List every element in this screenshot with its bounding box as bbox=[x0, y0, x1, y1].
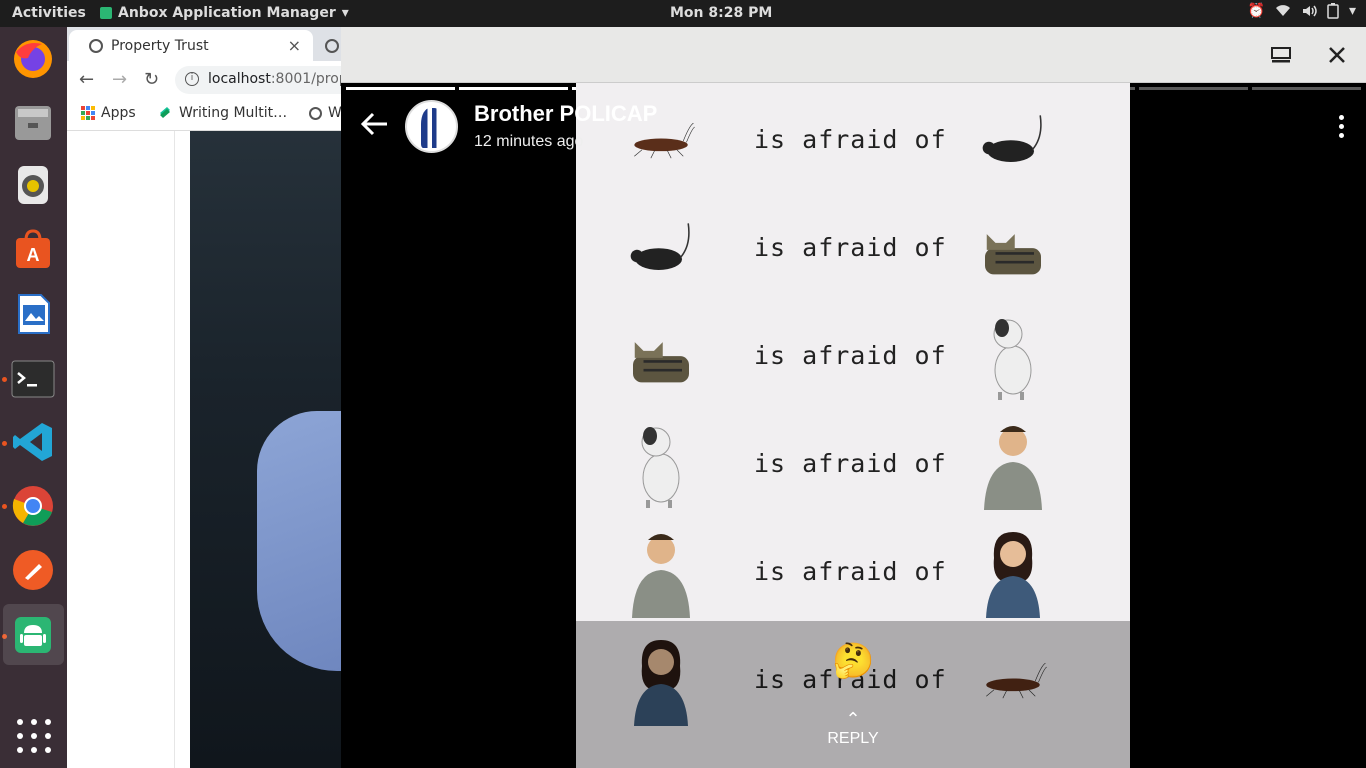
chevron-down-icon: ▾ bbox=[341, 5, 349, 21]
bookmark-writing[interactable]: Writing Multit… bbox=[157, 105, 287, 121]
anbox-window: is afraid of is afraid of is afraid of is a… bbox=[341, 27, 1366, 768]
story-row-text: is afraid of bbox=[754, 449, 947, 478]
app-menu-label: Anbox Application Manager bbox=[118, 5, 336, 21]
progress-segment bbox=[1138, 87, 1248, 90]
terminal-icon[interactable] bbox=[9, 355, 57, 403]
story-row: is afraid of bbox=[576, 311, 1130, 419]
bookmark-writing-label: Writing Multit… bbox=[179, 105, 288, 121]
reload-icon[interactable]: ↻ bbox=[144, 69, 159, 90]
bookmark-third[interactable]: W bbox=[309, 105, 342, 121]
wifi-icon bbox=[1275, 5, 1290, 16]
avatar[interactable] bbox=[405, 100, 458, 153]
story-username[interactable]: Brother POLICAP bbox=[474, 101, 657, 127]
back-arrow-icon[interactable] bbox=[359, 111, 389, 137]
bookmarks-bar: Apps Writing Multit… W bbox=[67, 99, 342, 131]
woman-image bbox=[978, 532, 1048, 618]
close-icon[interactable] bbox=[1323, 41, 1351, 69]
clock[interactable]: Mon 8:28 PM bbox=[670, 5, 772, 21]
story-row: is afraid of bbox=[576, 419, 1130, 527]
running-indicator bbox=[2, 504, 7, 509]
cat-image bbox=[626, 317, 696, 397]
alarm-clock-icon[interactable]: ⏰ bbox=[1248, 3, 1265, 19]
url-host: localhost bbox=[208, 71, 271, 87]
forward-arrow-icon[interactable]: → bbox=[112, 69, 127, 90]
story-row: is afraid of bbox=[576, 203, 1130, 311]
close-tab-icon[interactable]: × bbox=[288, 36, 301, 55]
running-indicator bbox=[2, 377, 7, 382]
grammarly-icon bbox=[160, 107, 170, 118]
story-row-text: is afraid of bbox=[754, 341, 947, 370]
info-icon[interactable]: i bbox=[185, 72, 199, 86]
globe-icon[interactable] bbox=[325, 39, 339, 53]
running-indicator bbox=[2, 441, 7, 446]
page-content bbox=[67, 131, 341, 768]
story-header: Brother POLICAP 12 minutes ago bbox=[341, 97, 1366, 157]
top-bar: Activities Anbox Application Manager ▾ M… bbox=[0, 0, 1366, 27]
reply-button[interactable]: ⌃ REPLY bbox=[811, 709, 895, 748]
dock: A bbox=[0, 27, 67, 768]
story-row: is afraid of bbox=[576, 527, 1130, 635]
window-mode-icon[interactable] bbox=[1267, 41, 1295, 69]
progress-segment bbox=[459, 87, 569, 90]
volume-icon bbox=[1302, 5, 1317, 17]
hero-photo-detail bbox=[257, 411, 341, 671]
dog-image bbox=[626, 425, 696, 508]
story-row-text: is afraid of bbox=[754, 233, 947, 262]
globe-icon bbox=[89, 39, 103, 53]
chevron-down-icon: ▾ bbox=[1348, 3, 1356, 19]
writer-icon[interactable] bbox=[9, 290, 57, 338]
thinking-emoji: 🤔 bbox=[832, 641, 875, 681]
postman-icon[interactable] bbox=[9, 546, 57, 594]
anbox-icon bbox=[100, 7, 112, 19]
android-icon[interactable] bbox=[9, 611, 57, 659]
bookmark-third-label: W bbox=[328, 105, 342, 121]
firefox-icon[interactable] bbox=[9, 35, 57, 83]
tab-property-trust[interactable]: Property Trust × bbox=[69, 30, 313, 61]
progress-segment bbox=[1251, 87, 1361, 90]
navigation-bar: ← → ↻ i localhost:8001/prope bbox=[67, 61, 355, 99]
progress-segment bbox=[346, 87, 456, 90]
back-arrow-icon[interactable]: ← bbox=[79, 69, 94, 90]
bookmark-apps-label: Apps bbox=[101, 105, 136, 121]
battery-icon bbox=[1327, 3, 1339, 19]
system-tray[interactable]: ⏰ ▾ bbox=[1248, 3, 1356, 19]
rhythmbox-icon[interactable] bbox=[9, 161, 57, 209]
tab-strip: Property Trust × bbox=[67, 27, 341, 61]
chrome-icon[interactable] bbox=[9, 482, 57, 530]
app-menu[interactable]: Anbox Application Manager ▾ bbox=[100, 5, 349, 21]
man-image bbox=[978, 425, 1048, 510]
tab-title: Property Trust bbox=[111, 38, 209, 54]
show-applications-icon[interactable] bbox=[17, 719, 51, 753]
cat-image bbox=[978, 209, 1048, 289]
chevron-up-icon: ⌃ bbox=[845, 709, 861, 730]
software-center-icon[interactable]: A bbox=[9, 225, 57, 273]
divider bbox=[174, 131, 175, 768]
reply-label: REPLY bbox=[827, 730, 879, 747]
more-options-icon[interactable] bbox=[1339, 115, 1344, 138]
vscode-icon[interactable] bbox=[9, 418, 57, 466]
rat-image bbox=[626, 209, 696, 289]
activities-button[interactable]: Activities bbox=[12, 5, 86, 21]
bookmark-apps[interactable]: Apps bbox=[81, 105, 136, 121]
story-row-text: is afraid of bbox=[754, 557, 947, 586]
globe-icon bbox=[309, 106, 322, 120]
man-image bbox=[626, 533, 696, 618]
window-titlebar bbox=[341, 27, 1366, 83]
dog-image bbox=[978, 317, 1048, 400]
svg-text:A: A bbox=[27, 245, 40, 265]
story-timestamp: 12 minutes ago bbox=[474, 133, 584, 150]
address-bar[interactable]: i localhost:8001/prope bbox=[175, 66, 355, 94]
files-icon[interactable] bbox=[9, 98, 57, 146]
apps-grid-icon bbox=[81, 106, 95, 120]
browser-window: Property Trust × ← → ↻ i localhost:8001/… bbox=[67, 27, 355, 768]
